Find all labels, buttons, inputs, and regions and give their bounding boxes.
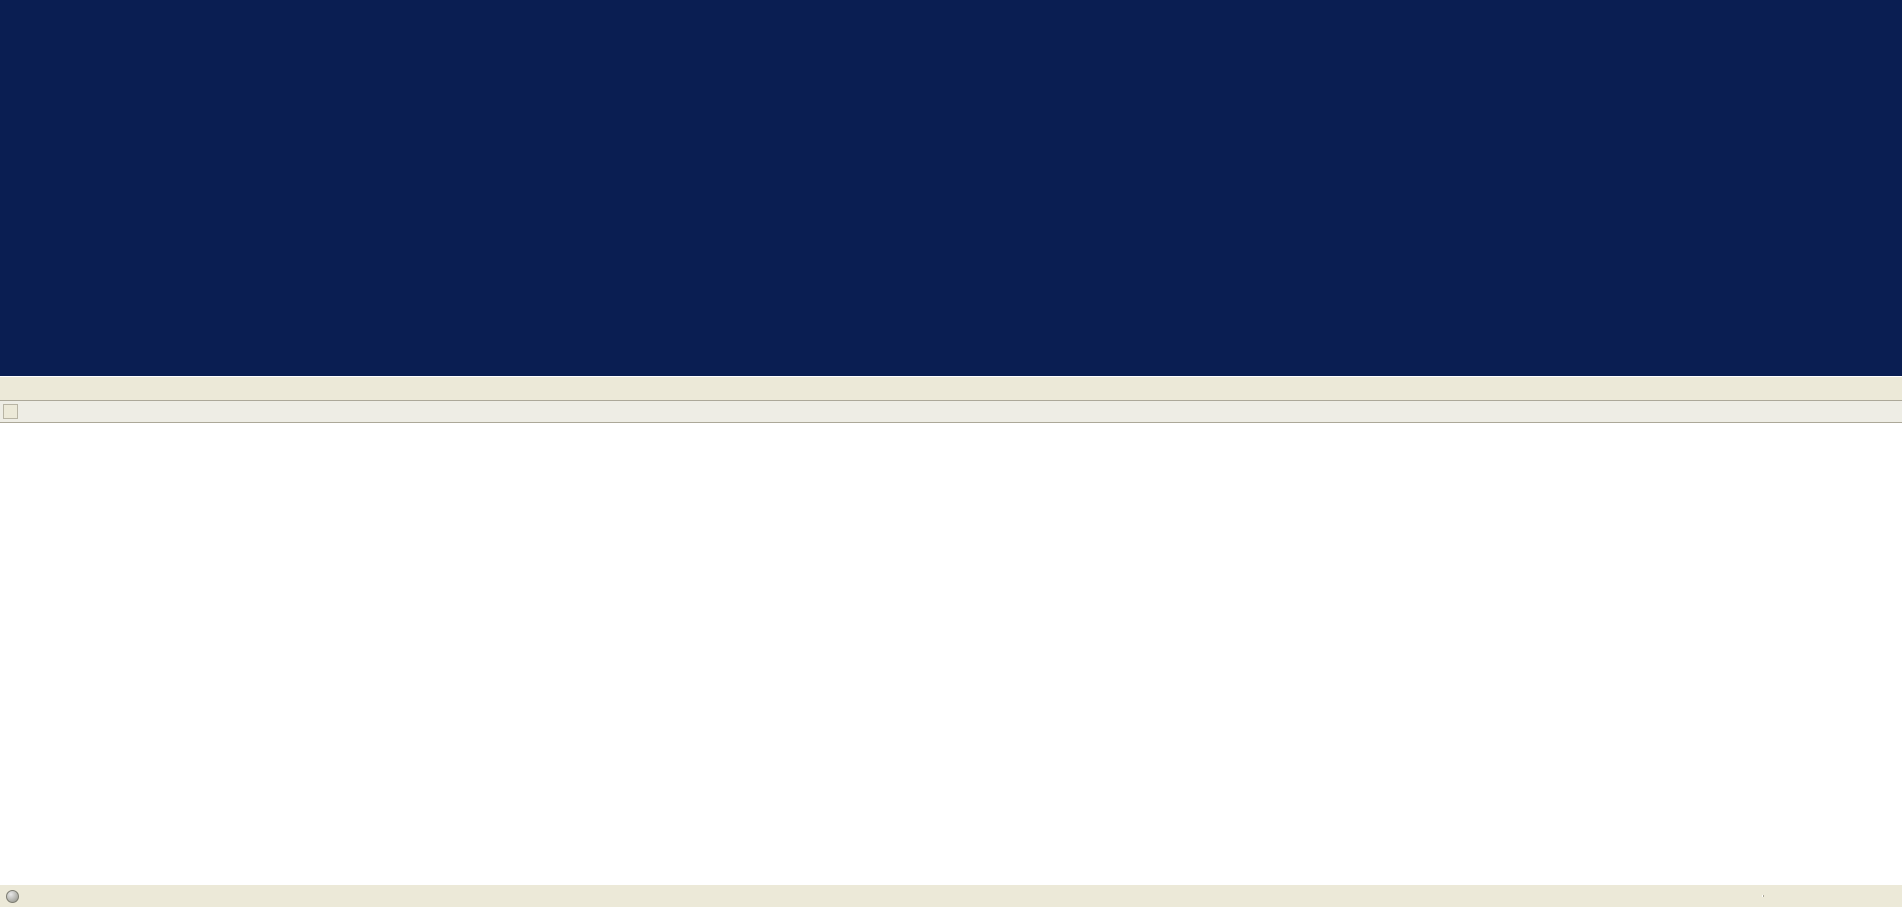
connection-status-icon <box>6 889 19 903</box>
status-total <box>1763 895 1898 897</box>
mt4-workspace <box>0 0 1902 907</box>
charts-row <box>0 0 1902 376</box>
history-rows[interactable] <box>0 423 1902 884</box>
close-terminal-button[interactable] <box>3 404 18 419</box>
terminal-history-panel <box>0 401 1902 884</box>
status-bar <box>0 884 1902 907</box>
chart-tab-bar <box>0 376 1902 401</box>
history-header-row <box>0 401 1902 423</box>
